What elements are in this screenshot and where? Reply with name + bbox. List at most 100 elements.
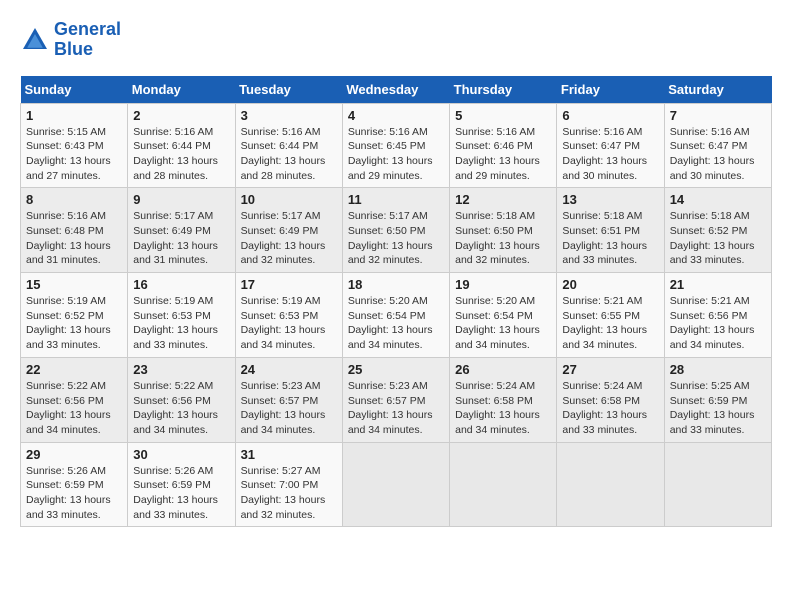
day-info: Sunrise: 5:21 AM Sunset: 6:56 PM Dayligh… bbox=[670, 294, 766, 353]
day-info: Sunrise: 5:26 AM Sunset: 6:59 PM Dayligh… bbox=[133, 464, 229, 523]
header-day-tuesday: Tuesday bbox=[235, 76, 342, 104]
day-number: 20 bbox=[562, 277, 658, 292]
day-info: Sunrise: 5:18 AM Sunset: 6:50 PM Dayligh… bbox=[455, 209, 551, 268]
day-info: Sunrise: 5:23 AM Sunset: 6:57 PM Dayligh… bbox=[241, 379, 337, 438]
calendar-cell: 28 Sunrise: 5:25 AM Sunset: 6:59 PM Dayl… bbox=[664, 357, 771, 442]
calendar-cell: 14 Sunrise: 5:18 AM Sunset: 6:52 PM Dayl… bbox=[664, 188, 771, 273]
header-day-wednesday: Wednesday bbox=[342, 76, 449, 104]
calendar-cell: 25 Sunrise: 5:23 AM Sunset: 6:57 PM Dayl… bbox=[342, 357, 449, 442]
day-number: 18 bbox=[348, 277, 444, 292]
week-row-2: 8 Sunrise: 5:16 AM Sunset: 6:48 PM Dayli… bbox=[21, 188, 772, 273]
calendar-cell: 31 Sunrise: 5:27 AM Sunset: 7:00 PM Dayl… bbox=[235, 442, 342, 527]
calendar-cell: 17 Sunrise: 5:19 AM Sunset: 6:53 PM Dayl… bbox=[235, 273, 342, 358]
week-row-5: 29 Sunrise: 5:26 AM Sunset: 6:59 PM Dayl… bbox=[21, 442, 772, 527]
day-info: Sunrise: 5:24 AM Sunset: 6:58 PM Dayligh… bbox=[455, 379, 551, 438]
logo-text: General Blue bbox=[54, 20, 121, 60]
day-number: 10 bbox=[241, 192, 337, 207]
calendar-cell: 20 Sunrise: 5:21 AM Sunset: 6:55 PM Dayl… bbox=[557, 273, 664, 358]
day-number: 12 bbox=[455, 192, 551, 207]
calendar-cell: 26 Sunrise: 5:24 AM Sunset: 6:58 PM Dayl… bbox=[450, 357, 557, 442]
day-number: 11 bbox=[348, 192, 444, 207]
calendar-cell: 21 Sunrise: 5:21 AM Sunset: 6:56 PM Dayl… bbox=[664, 273, 771, 358]
day-number: 23 bbox=[133, 362, 229, 377]
calendar-cell: 5 Sunrise: 5:16 AM Sunset: 6:46 PM Dayli… bbox=[450, 103, 557, 188]
day-number: 9 bbox=[133, 192, 229, 207]
day-number: 22 bbox=[26, 362, 122, 377]
day-number: 6 bbox=[562, 108, 658, 123]
calendar-table: SundayMondayTuesdayWednesdayThursdayFrid… bbox=[20, 76, 772, 528]
calendar-cell: 15 Sunrise: 5:19 AM Sunset: 6:52 PM Dayl… bbox=[21, 273, 128, 358]
header-day-thursday: Thursday bbox=[450, 76, 557, 104]
day-info: Sunrise: 5:17 AM Sunset: 6:49 PM Dayligh… bbox=[241, 209, 337, 268]
day-number: 27 bbox=[562, 362, 658, 377]
calendar-cell bbox=[450, 442, 557, 527]
calendar-cell: 29 Sunrise: 5:26 AM Sunset: 6:59 PM Dayl… bbox=[21, 442, 128, 527]
week-row-4: 22 Sunrise: 5:22 AM Sunset: 6:56 PM Dayl… bbox=[21, 357, 772, 442]
day-number: 1 bbox=[26, 108, 122, 123]
calendar-cell: 16 Sunrise: 5:19 AM Sunset: 6:53 PM Dayl… bbox=[128, 273, 235, 358]
day-info: Sunrise: 5:16 AM Sunset: 6:46 PM Dayligh… bbox=[455, 125, 551, 184]
day-info: Sunrise: 5:16 AM Sunset: 6:45 PM Dayligh… bbox=[348, 125, 444, 184]
logo-icon bbox=[20, 25, 50, 55]
calendar-cell: 22 Sunrise: 5:22 AM Sunset: 6:56 PM Dayl… bbox=[21, 357, 128, 442]
calendar-cell bbox=[557, 442, 664, 527]
day-number: 25 bbox=[348, 362, 444, 377]
day-info: Sunrise: 5:20 AM Sunset: 6:54 PM Dayligh… bbox=[455, 294, 551, 353]
week-row-1: 1 Sunrise: 5:15 AM Sunset: 6:43 PM Dayli… bbox=[21, 103, 772, 188]
day-number: 30 bbox=[133, 447, 229, 462]
day-info: Sunrise: 5:27 AM Sunset: 7:00 PM Dayligh… bbox=[241, 464, 337, 523]
page-header: General Blue bbox=[20, 20, 772, 60]
calendar-cell: 18 Sunrise: 5:20 AM Sunset: 6:54 PM Dayl… bbox=[342, 273, 449, 358]
day-number: 14 bbox=[670, 192, 766, 207]
calendar-cell: 7 Sunrise: 5:16 AM Sunset: 6:47 PM Dayli… bbox=[664, 103, 771, 188]
calendar-cell: 4 Sunrise: 5:16 AM Sunset: 6:45 PM Dayli… bbox=[342, 103, 449, 188]
calendar-cell: 10 Sunrise: 5:17 AM Sunset: 6:49 PM Dayl… bbox=[235, 188, 342, 273]
day-info: Sunrise: 5:16 AM Sunset: 6:47 PM Dayligh… bbox=[670, 125, 766, 184]
day-info: Sunrise: 5:15 AM Sunset: 6:43 PM Dayligh… bbox=[26, 125, 122, 184]
header-day-friday: Friday bbox=[557, 76, 664, 104]
week-row-3: 15 Sunrise: 5:19 AM Sunset: 6:52 PM Dayl… bbox=[21, 273, 772, 358]
day-number: 4 bbox=[348, 108, 444, 123]
day-info: Sunrise: 5:16 AM Sunset: 6:47 PM Dayligh… bbox=[562, 125, 658, 184]
day-number: 29 bbox=[26, 447, 122, 462]
day-info: Sunrise: 5:25 AM Sunset: 6:59 PM Dayligh… bbox=[670, 379, 766, 438]
day-info: Sunrise: 5:22 AM Sunset: 6:56 PM Dayligh… bbox=[26, 379, 122, 438]
header-row: SundayMondayTuesdayWednesdayThursdayFrid… bbox=[21, 76, 772, 104]
header-day-sunday: Sunday bbox=[21, 76, 128, 104]
calendar-cell: 11 Sunrise: 5:17 AM Sunset: 6:50 PM Dayl… bbox=[342, 188, 449, 273]
day-number: 16 bbox=[133, 277, 229, 292]
day-number: 24 bbox=[241, 362, 337, 377]
calendar-cell bbox=[664, 442, 771, 527]
day-info: Sunrise: 5:22 AM Sunset: 6:56 PM Dayligh… bbox=[133, 379, 229, 438]
day-info: Sunrise: 5:19 AM Sunset: 6:53 PM Dayligh… bbox=[241, 294, 337, 353]
day-info: Sunrise: 5:24 AM Sunset: 6:58 PM Dayligh… bbox=[562, 379, 658, 438]
calendar-cell: 2 Sunrise: 5:16 AM Sunset: 6:44 PM Dayli… bbox=[128, 103, 235, 188]
day-number: 5 bbox=[455, 108, 551, 123]
day-number: 28 bbox=[670, 362, 766, 377]
calendar-cell: 27 Sunrise: 5:24 AM Sunset: 6:58 PM Dayl… bbox=[557, 357, 664, 442]
calendar-cell: 6 Sunrise: 5:16 AM Sunset: 6:47 PM Dayli… bbox=[557, 103, 664, 188]
day-info: Sunrise: 5:17 AM Sunset: 6:49 PM Dayligh… bbox=[133, 209, 229, 268]
day-number: 8 bbox=[26, 192, 122, 207]
day-info: Sunrise: 5:17 AM Sunset: 6:50 PM Dayligh… bbox=[348, 209, 444, 268]
day-info: Sunrise: 5:16 AM Sunset: 6:44 PM Dayligh… bbox=[133, 125, 229, 184]
day-number: 26 bbox=[455, 362, 551, 377]
day-info: Sunrise: 5:16 AM Sunset: 6:48 PM Dayligh… bbox=[26, 209, 122, 268]
calendar-cell: 1 Sunrise: 5:15 AM Sunset: 6:43 PM Dayli… bbox=[21, 103, 128, 188]
day-number: 31 bbox=[241, 447, 337, 462]
calendar-cell: 8 Sunrise: 5:16 AM Sunset: 6:48 PM Dayli… bbox=[21, 188, 128, 273]
calendar-cell: 24 Sunrise: 5:23 AM Sunset: 6:57 PM Dayl… bbox=[235, 357, 342, 442]
day-info: Sunrise: 5:18 AM Sunset: 6:52 PM Dayligh… bbox=[670, 209, 766, 268]
day-number: 3 bbox=[241, 108, 337, 123]
day-number: 15 bbox=[26, 277, 122, 292]
day-info: Sunrise: 5:26 AM Sunset: 6:59 PM Dayligh… bbox=[26, 464, 122, 523]
day-info: Sunrise: 5:19 AM Sunset: 6:53 PM Dayligh… bbox=[133, 294, 229, 353]
day-number: 7 bbox=[670, 108, 766, 123]
calendar-cell bbox=[342, 442, 449, 527]
day-number: 17 bbox=[241, 277, 337, 292]
calendar-cell: 13 Sunrise: 5:18 AM Sunset: 6:51 PM Dayl… bbox=[557, 188, 664, 273]
calendar-cell: 3 Sunrise: 5:16 AM Sunset: 6:44 PM Dayli… bbox=[235, 103, 342, 188]
day-info: Sunrise: 5:21 AM Sunset: 6:55 PM Dayligh… bbox=[562, 294, 658, 353]
calendar-cell: 12 Sunrise: 5:18 AM Sunset: 6:50 PM Dayl… bbox=[450, 188, 557, 273]
day-info: Sunrise: 5:16 AM Sunset: 6:44 PM Dayligh… bbox=[241, 125, 337, 184]
